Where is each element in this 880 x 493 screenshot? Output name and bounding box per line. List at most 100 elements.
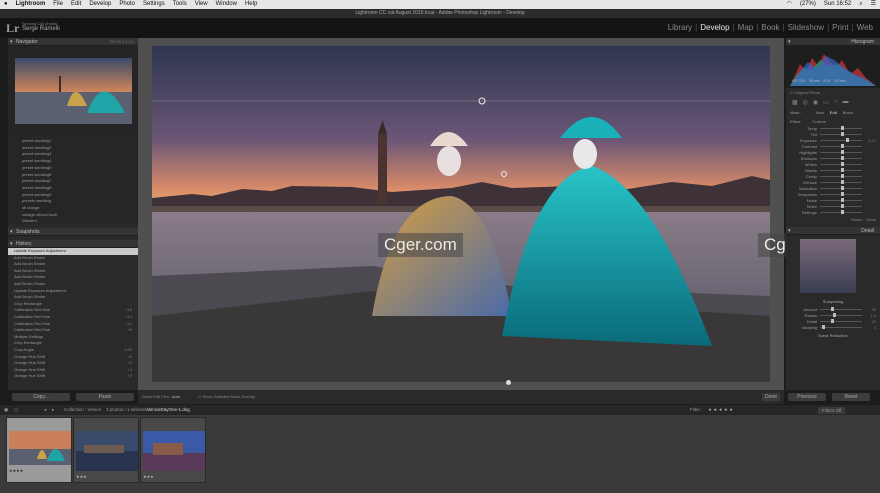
slider-track[interactable]: [820, 144, 862, 148]
menu-settings[interactable]: Settings: [139, 0, 169, 9]
clock[interactable]: Sun 16:52: [820, 0, 855, 9]
menu-file[interactable]: File: [49, 0, 67, 9]
slider-track[interactable]: [820, 192, 862, 196]
menu-help[interactable]: Help: [241, 0, 261, 9]
slider-knob[interactable]: [841, 156, 844, 160]
history-item[interactable]: Calibration Red Hue +14: [8, 314, 138, 321]
forward-arrow-icon[interactable]: ▸: [52, 405, 54, 415]
slider-track[interactable]: [820, 168, 862, 172]
slider-knob[interactable]: [846, 138, 850, 142]
slider-track[interactable]: [820, 156, 862, 160]
history-item[interactable]: Add Brush Stroke: [8, 261, 138, 268]
history-item[interactable]: Add Brush Stroke: [8, 281, 138, 288]
filmstrip-thumb-2[interactable]: ★★★: [73, 417, 139, 483]
brush-reset[interactable]: Reset: [851, 217, 861, 222]
apple-icon[interactable]: ●: [0, 0, 12, 9]
preset-item[interactable]: presets wedding: [8, 198, 138, 205]
history-item[interactable]: Crop Angle 0.63: [8, 347, 138, 354]
history-item[interactable]: Update Exposure Adjustment: [8, 288, 138, 295]
history-item[interactable]: Crop Rectangle: [8, 301, 138, 308]
slider-knob[interactable]: [841, 174, 844, 178]
graduated-filter-icon[interactable]: ▭: [823, 99, 829, 106]
slider-knob[interactable]: [830, 319, 834, 323]
module-develop[interactable]: Develop: [697, 23, 732, 32]
history-item[interactable]: Orange Hue Shift +4: [8, 367, 138, 374]
menu-tools[interactable]: Tools: [169, 0, 191, 9]
red-eye-icon[interactable]: ◉: [813, 99, 818, 106]
crop-handle[interactable]: [506, 380, 511, 385]
zoom-fill[interactable]: Fill: [116, 39, 121, 44]
history-item[interactable]: Calibration Red Hue +10: [8, 321, 138, 328]
mask-edit[interactable]: Edit: [830, 110, 837, 115]
wifi-icon[interactable]: ◠: [783, 0, 796, 9]
preset-item[interactable]: preset wedding6: [8, 172, 138, 179]
brush-close[interactable]: Close: [866, 217, 876, 222]
paste-button[interactable]: Paste: [76, 393, 134, 401]
done-button[interactable]: Done: [762, 393, 780, 401]
radial-filter-icon[interactable]: ○: [834, 99, 838, 105]
slider-track[interactable]: [820, 186, 862, 190]
mask-brush[interactable]: Brush: [843, 110, 853, 115]
slider-knob[interactable]: [841, 126, 844, 130]
slider-knob[interactable]: [841, 180, 844, 184]
slider-knob[interactable]: [841, 198, 844, 202]
menu-develop[interactable]: Develop: [85, 0, 115, 9]
filmstrip-thumb-3[interactable]: ★★★: [140, 417, 206, 483]
notifications-icon[interactable]: ☰: [867, 0, 880, 9]
slider-knob[interactable]: [841, 150, 844, 154]
slider-value[interactable]: 25: [862, 319, 876, 324]
slider-value[interactable]: 25: [862, 307, 876, 312]
detail-header[interactable]: Detail: [786, 227, 880, 235]
history-item[interactable]: Add Brush Stroke: [8, 268, 138, 275]
slider-knob[interactable]: [832, 313, 836, 317]
history-item[interactable]: Orange Hue Shift +2: [8, 373, 138, 380]
slider-track[interactable]: [820, 307, 862, 311]
preset-item[interactable]: preset wedding2: [8, 145, 138, 152]
history-item[interactable]: Add Brush Stroke: [8, 255, 138, 262]
menu-app[interactable]: Lightroom: [12, 0, 50, 9]
navigator-thumbnail[interactable]: [15, 58, 132, 124]
slider-track[interactable]: [820, 325, 862, 329]
history-item[interactable]: Add Brush Stroke: [8, 294, 138, 301]
slider-track[interactable]: [820, 126, 862, 130]
preset-item[interactable]: preset wedding7: [8, 178, 138, 185]
slider-knob[interactable]: [841, 210, 844, 214]
slider-knob[interactable]: [822, 325, 826, 329]
module-print[interactable]: Print: [829, 23, 851, 32]
preset-item[interactable]: preset wedding5: [8, 165, 138, 172]
module-web[interactable]: Web: [854, 23, 876, 32]
slider-knob[interactable]: [841, 192, 844, 196]
filter-stars[interactable]: ★ ★ ★ ★ ★: [708, 405, 733, 415]
preset-item[interactable]: preset wedding3: [8, 151, 138, 158]
history-item[interactable]: Crop Rectangle: [8, 340, 138, 347]
main-photo[interactable]: [152, 46, 770, 382]
slider-track[interactable]: [820, 162, 862, 166]
reset-button[interactable]: Reset: [832, 393, 870, 401]
preset-item[interactable]: preset wedding9: [8, 192, 138, 199]
slider-track[interactable]: [820, 180, 862, 184]
snapshots-header[interactable]: Snapshots: [8, 228, 138, 236]
slider-track[interactable]: [820, 138, 862, 142]
module-map[interactable]: Map: [735, 23, 757, 32]
slider-value[interactable]: 0.24: [862, 138, 876, 143]
slider-track[interactable]: [820, 198, 862, 202]
copy-button[interactable]: Copy...: [12, 393, 70, 401]
slider-knob[interactable]: [841, 162, 844, 166]
slider-track[interactable]: [820, 204, 862, 208]
menu-edit[interactable]: Edit: [67, 0, 85, 9]
slider-track[interactable]: [820, 150, 862, 154]
zoom-1-1[interactable]: 1:1: [122, 39, 128, 44]
slider-track[interactable]: [820, 174, 862, 178]
slider-track[interactable]: [820, 319, 862, 323]
module-book[interactable]: Book: [758, 23, 782, 32]
zoom-3-1[interactable]: 3:1: [128, 39, 134, 44]
slider-knob[interactable]: [841, 168, 844, 172]
effect-dropdown[interactable]: Custom: [812, 119, 826, 124]
edit-pins-dropdown[interactable]: Auto: [172, 394, 180, 399]
history-item[interactable]: Calibration Red Hue +18: [8, 307, 138, 314]
preset-item[interactable]: vintage chouxl book: [8, 212, 138, 219]
preset-item[interactable]: preset wedding8: [8, 185, 138, 192]
history-item[interactable]: Update Exposure Adjustment: [8, 248, 138, 255]
preset-item[interactable]: sfl orange: [8, 205, 138, 212]
grid-view-icon[interactable]: ▣: [4, 405, 8, 415]
